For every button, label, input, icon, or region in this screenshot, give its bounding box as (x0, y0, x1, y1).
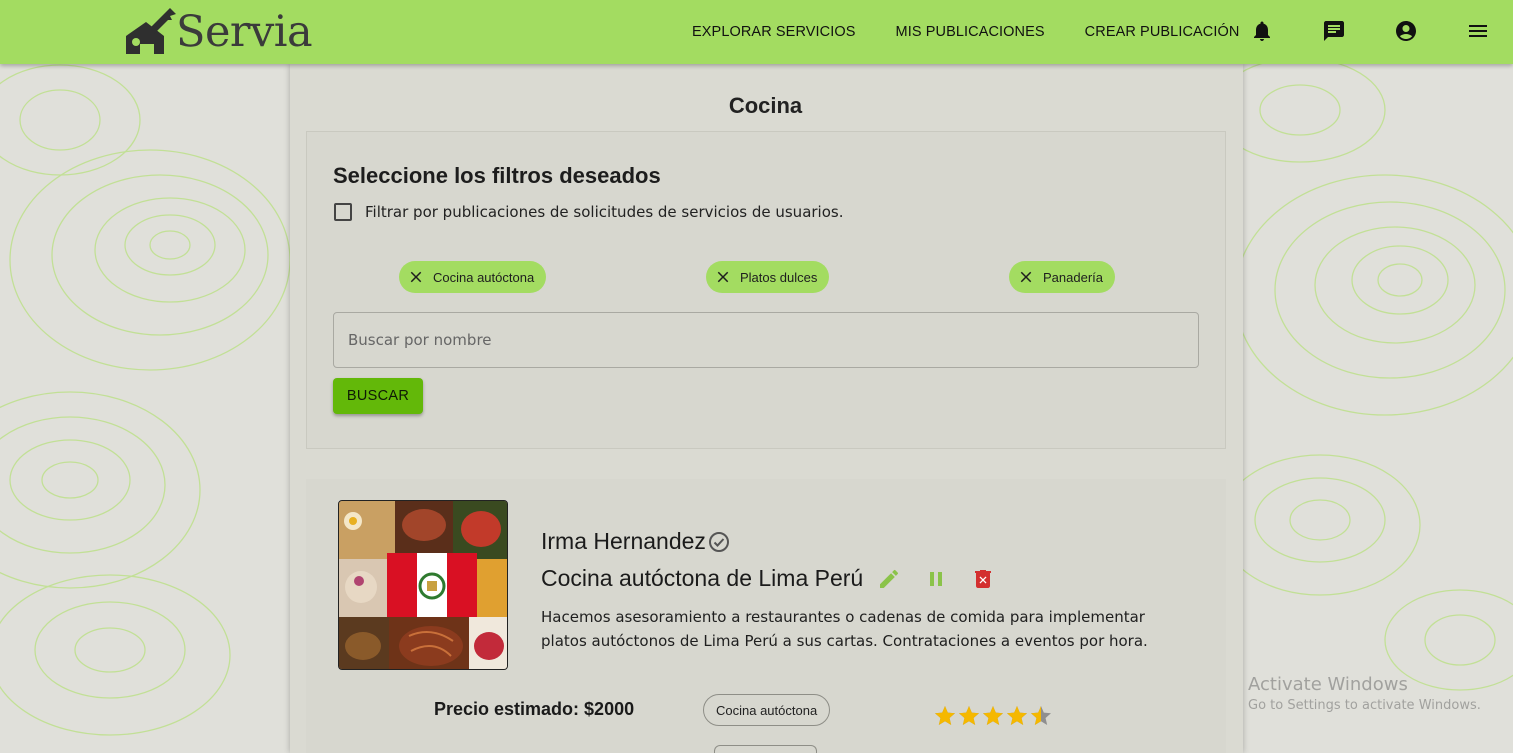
chip-panaderia[interactable]: Panadería (1009, 261, 1115, 293)
chip-label: Cocina autóctona (433, 269, 535, 285)
publication-card: Irma Hernandez Cocina autóctona de Lima … (306, 479, 1226, 753)
nav-crear-publicacion[interactable]: CREAR PUBLICACIÓN (1065, 24, 1260, 40)
publication-description: Hacemos asesoramiento a restaurantes o c… (541, 608, 1148, 650)
nav-explorar-servicios[interactable]: EXPLORAR SERVICIOS (672, 24, 876, 40)
publication-image[interactable] (338, 500, 508, 670)
close-icon[interactable] (712, 266, 734, 288)
close-icon[interactable] (1015, 266, 1037, 288)
brand-name: Servia (176, 6, 313, 57)
chip-platos-dulces[interactable]: Platos dulces (706, 261, 830, 293)
close-icon[interactable] (405, 266, 427, 288)
star-icon (1007, 706, 1027, 725)
author-name: Irma Hernandez (541, 528, 706, 554)
star-icon (1031, 706, 1051, 725)
delete-icon[interactable] (971, 567, 995, 591)
verified-icon (707, 530, 731, 554)
filters-card: Seleccione los filtros deseados Filtrar … (306, 131, 1226, 449)
page-title: Cocina (728, 93, 803, 118)
star-icon (959, 706, 979, 725)
menu-icon[interactable] (1466, 19, 1490, 43)
publication-category-tag: Cocina autóctona (703, 694, 831, 726)
publication-rating (933, 704, 1053, 728)
search-button[interactable]: BUSCAR (333, 378, 423, 414)
brand-logo[interactable]: Servia (124, 4, 313, 60)
bell-icon[interactable] (1250, 19, 1274, 43)
chip-label: Panadería (1043, 269, 1103, 285)
pause-icon[interactable] (924, 567, 948, 591)
nav-mis-publicaciones[interactable]: MIS PUBLICACIONES (876, 24, 1065, 40)
publication-secondary-tag (714, 745, 817, 753)
key-house-icon (126, 8, 176, 54)
publication-author: Irma Hernandez (541, 528, 731, 555)
chip-cocina-autoctona[interactable]: Cocina autóctona (399, 261, 547, 293)
account-icon[interactable] (1394, 19, 1418, 43)
edit-icon[interactable] (877, 567, 901, 591)
chip-label: Platos dulces (740, 269, 818, 285)
publication-title: Cocina autóctona de Lima Perú (541, 565, 864, 591)
filters-heading: Seleccione los filtros deseados (333, 163, 661, 188)
peruvian-food-collage-image (339, 501, 507, 669)
user-requests-checkbox-label: Filtrar por publicaciones de solicitudes… (365, 203, 844, 221)
chat-icon[interactable] (1322, 19, 1346, 43)
user-requests-filter[interactable]: Filtrar por publicaciones de solicitudes… (334, 203, 843, 221)
star-icon (935, 706, 955, 725)
user-requests-checkbox[interactable] (334, 203, 352, 221)
publication-price: Precio estimado: $2000 (434, 699, 635, 719)
search-by-name-input[interactable] (333, 312, 1199, 368)
star-icon (983, 706, 1003, 725)
top-navbar: Servia EXPLORAR SERVICIOS MIS PUBLICACIO… (0, 0, 1513, 64)
publication-title-row: Cocina autóctona de Lima Perú (541, 565, 995, 592)
